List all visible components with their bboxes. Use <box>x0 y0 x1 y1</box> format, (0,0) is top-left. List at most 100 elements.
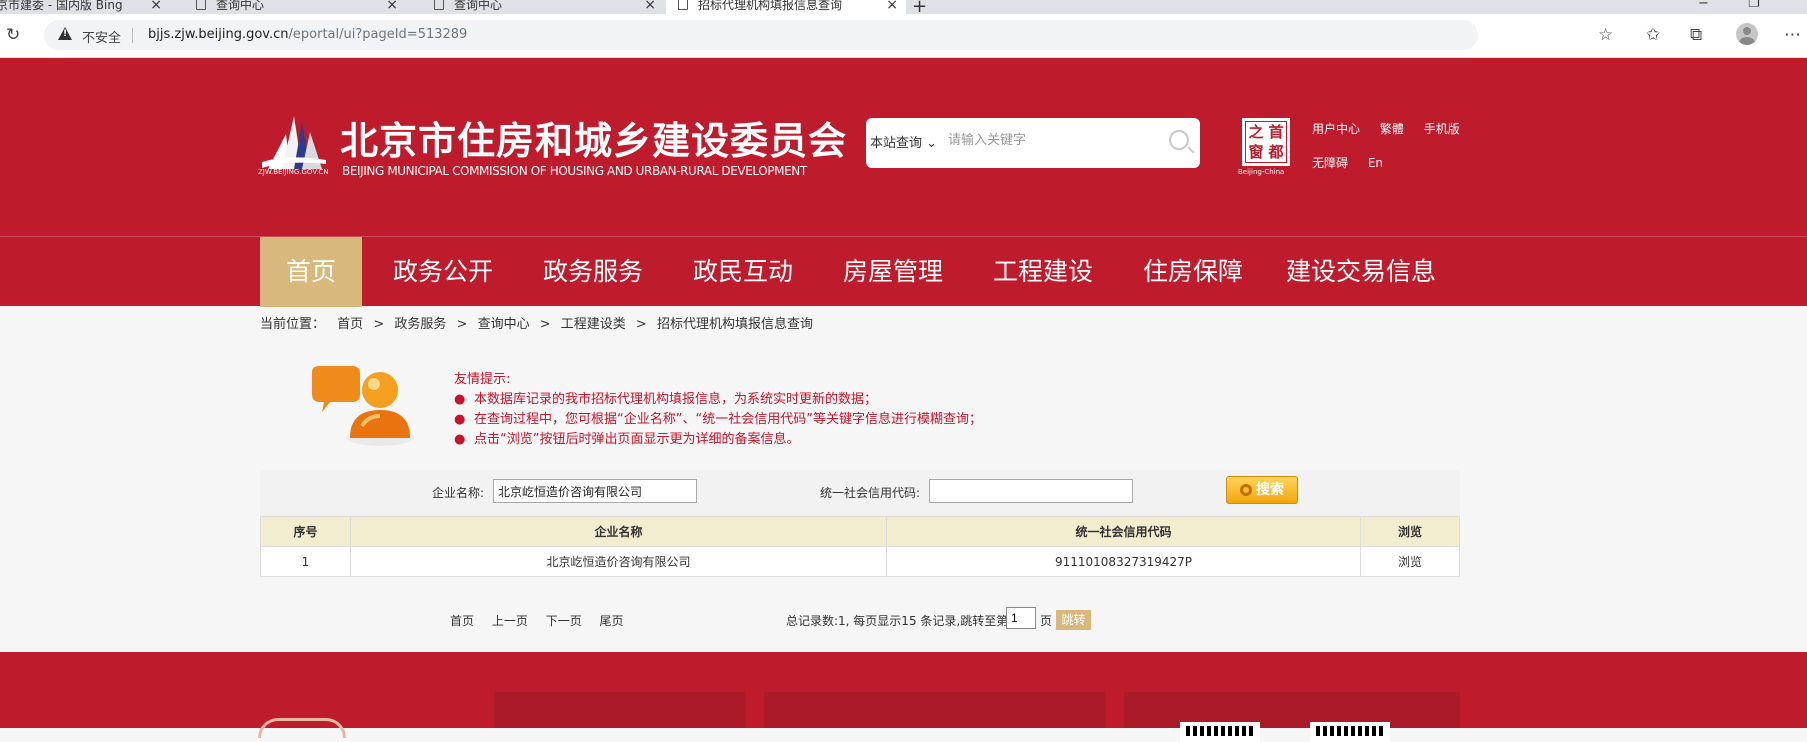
reload-icon[interactable]: ↻ <box>6 26 24 44</box>
tab-label: 招标代理机构填报信息查询 <box>698 0 843 12</box>
close-icon[interactable]: × <box>644 0 656 13</box>
prev-page-link[interactable]: 上一页 <box>492 614 528 628</box>
seal-char: 首 <box>1268 123 1284 141</box>
tab-label: 查询中心 <box>216 0 265 12</box>
search-icon[interactable] <box>1169 130 1189 150</box>
nav-item-housing-management[interactable]: 房屋管理 <box>828 237 958 307</box>
breadcrumb-link[interactable]: 工程建设类 <box>561 317 626 332</box>
top-links-row-1: 用户中心 繁體 手机版 <box>1312 120 1476 137</box>
search-scope-select[interactable]: 本站查询 ⌄ <box>870 132 937 151</box>
breadcrumb-separator: > <box>456 317 468 332</box>
close-icon[interactable]: × <box>150 0 162 13</box>
column-header: 序号 <box>260 516 351 547</box>
page-info: 总记录数:1, 每页显示15 条记录,跳转至第 <box>786 614 1009 628</box>
traditional-chinese-link[interactable]: 繁體 <box>1380 122 1404 136</box>
nav-item-home[interactable]: 首页 <box>260 237 362 307</box>
favorites-icon[interactable]: ✩ <box>1646 25 1660 45</box>
english-link[interactable]: En <box>1368 156 1383 170</box>
accessibility-link[interactable]: 无障碍 <box>1312 156 1348 170</box>
close-icon[interactable]: × <box>886 0 898 13</box>
last-page-link[interactable]: 尾页 <box>600 614 624 628</box>
new-tab-icon[interactable]: + <box>912 0 927 14</box>
browser-toolbar: ↻ 不安全 bjjs.zjw.beijing.gov.cn/eportal/ui… <box>0 14 1807 58</box>
view-link[interactable]: 浏览 <box>1360 546 1460 577</box>
seal-char: 都 <box>1268 143 1284 161</box>
row-index: 1 <box>260 546 351 577</box>
user-center-link[interactable]: 用户中心 <box>1312 122 1360 136</box>
tab-label: 京市建委 - 国内版 Bing <box>0 0 123 12</box>
mobile-version-link[interactable]: 手机版 <box>1424 122 1460 136</box>
more-icon[interactable]: ⋯ <box>1784 25 1801 45</box>
nav-item-public-interaction[interactable]: 政民互动 <box>678 237 808 307</box>
results-table: 序号 企业名称 统一社会信用代码 浏览 1 北京屹恒造价咨询有限公司 91110… <box>260 516 1460 577</box>
company-name-label: 企业名称: <box>432 486 485 500</box>
tip-text: 在查询过程中，您可根据“企业名称”、“统一社会信用代码”等关键字信息进行模糊查询… <box>474 412 982 427</box>
collections-icon[interactable]: ⧉ <box>1690 25 1702 45</box>
credit-code-label: 统一社会信用代码: <box>820 486 921 500</box>
next-page-link[interactable]: 下一页 <box>546 614 582 628</box>
browser-tab[interactable]: 查询中心 × <box>434 0 656 14</box>
profile-avatar[interactable] <box>1736 23 1758 45</box>
credit-code-cell: 91110108327319427P <box>886 546 1361 577</box>
nav-item-government-affairs[interactable]: 政务公开 <box>378 237 508 307</box>
bullet: ● <box>454 412 466 427</box>
first-page-link[interactable]: 首页 <box>450 614 474 628</box>
minimize-icon[interactable]: − <box>1698 0 1709 11</box>
site-search: 本站查询 ⌄ <box>866 118 1200 168</box>
search-input[interactable] <box>946 132 1146 149</box>
search-button[interactable]: 搜索 <box>1226 476 1298 504</box>
nav-item-housing-security[interactable]: 住房保障 <box>1128 237 1258 307</box>
page-number-input[interactable] <box>1006 607 1036 629</box>
favorite-add-icon[interactable]: ☆ <box>1598 25 1613 45</box>
jump-button[interactable]: 跳转 <box>1056 610 1091 630</box>
breadcrumb-link[interactable]: 查询中心 <box>478 317 530 332</box>
breadcrumb-link[interactable]: 政务服务 <box>394 317 446 332</box>
breadcrumb-separator: > <box>539 317 551 332</box>
nav-item-government-services[interactable]: 政务服务 <box>528 237 658 307</box>
breadcrumb-current: 招标代理机构填报信息查询 <box>656 317 813 332</box>
company-name-input[interactable] <box>493 479 697 503</box>
browser-tab[interactable]: 查询中心 × <box>196 0 398 14</box>
warning-icon[interactable] <box>58 27 72 40</box>
seal-char: 之 <box>1248 123 1264 141</box>
chevron-down-icon: ⌄ <box>926 136 938 151</box>
bullet: ● <box>454 392 466 407</box>
address-bar[interactable]: 不安全 bjjs.zjw.beijing.gov.cn/eportal/ui?p… <box>44 20 1478 50</box>
pagination: 首页 上一页 下一页 尾页 <box>450 612 638 629</box>
browser-tab-strip: 京市建委 - 国内版 Bing × 查询中心 × 查询中心 × 招标代理机构填报… <box>0 0 1807 14</box>
seal-subtext: Beijing-China <box>1238 168 1285 176</box>
maximize-icon[interactable]: ❐ <box>1748 0 1760 11</box>
column-header: 统一社会信用代码 <box>886 516 1361 547</box>
nav-item-construction-trading[interactable]: 建设交易信息 <box>1276 237 1446 307</box>
security-status[interactable]: 不安全 <box>82 27 121 46</box>
footer-panel <box>1124 692 1460 728</box>
close-icon[interactable]: × <box>386 0 398 13</box>
tips-title: 友情提示: <box>454 372 511 387</box>
breadcrumb-link[interactable]: 首页 <box>337 317 363 332</box>
site-title[interactable]: 北京市住房和城乡建设委员会 <box>340 110 847 165</box>
tip-item: ● 本数据库记录的我市招标代理机构填报信息，为系统实时更新的数据； <box>454 388 877 407</box>
government-emblem-icon[interactable] <box>258 718 346 738</box>
breadcrumb: 当前位置： 首页 > 政务服务 > 查询中心 > 工程建设类 > 招标代理机构填… <box>260 313 813 332</box>
browser-tab[interactable]: 京市建委 - 国内版 Bing × <box>0 0 162 14</box>
site-title-en: BEIJING MUNICIPAL COMMISSION OF HOUSING … <box>342 164 807 178</box>
column-header: 企业名称 <box>350 516 887 547</box>
divider <box>132 28 133 43</box>
url-path: /eportal/ui?pageId=513289 <box>288 27 468 42</box>
browser-tab-active[interactable]: 招标代理机构填报信息查询 × <box>666 0 906 14</box>
nav-item-construction[interactable]: 工程建设 <box>978 237 1108 307</box>
tip-text: 本数据库记录的我市招标代理机构填报信息，为系统实时更新的数据； <box>474 392 878 407</box>
seal-char: 窗 <box>1248 143 1264 161</box>
url-text[interactable]: bjjs.zjw.beijing.gov.cn/eportal/ui?pageI… <box>148 27 467 42</box>
breadcrumb-prefix: 当前位置： <box>260 317 326 332</box>
document-icon <box>434 0 444 10</box>
footer-panel <box>764 692 1106 728</box>
document-icon <box>196 0 206 10</box>
tip-item: ● 点击“浏览”按钮后时弹出页面显示更为详细的备案信息。 <box>454 428 799 447</box>
commission-logo-icon[interactable] <box>258 114 330 174</box>
credit-code-input[interactable] <box>929 479 1133 503</box>
table-row: 1 北京屹恒造价咨询有限公司 91110108327319427P 浏览 <box>260 546 1460 577</box>
capital-window-logo[interactable]: 之 首 窗 都 <box>1240 116 1292 168</box>
url-host: bjjs.zjw.beijing.gov.cn <box>148 27 289 42</box>
qr-code-icon <box>1180 722 1260 742</box>
